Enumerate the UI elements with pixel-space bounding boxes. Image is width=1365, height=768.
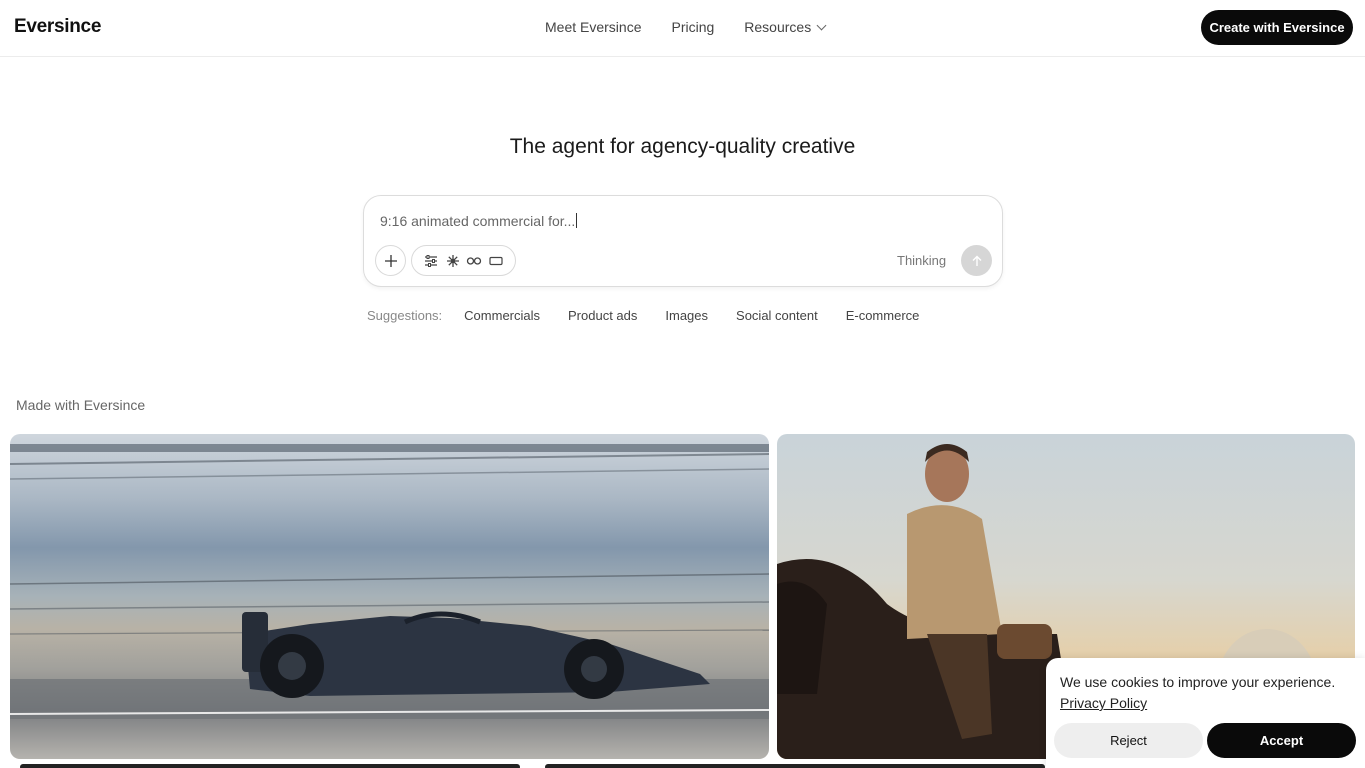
sliders-icon[interactable] <box>423 253 439 269</box>
gallery-heading: Made with Eversince <box>16 397 146 413</box>
nav-label: Resources <box>744 19 812 35</box>
privacy-policy-link[interactable]: Privacy Policy <box>1060 695 1147 711</box>
page: Eversince Meet Eversince Pricing Resourc… <box>0 0 1365 768</box>
suggestion-e-commerce[interactable]: E-commerce <box>846 308 920 323</box>
prompt-text: 9:16 animated commercial for... <box>380 213 576 229</box>
infinity-icon[interactable] <box>466 253 482 269</box>
cookie-message: We use cookies to improve your experienc… <box>1060 674 1336 690</box>
create-with-eversince-button[interactable]: Create with Eversince <box>1201 10 1353 45</box>
text-caret <box>576 213 578 228</box>
chevron-down-icon <box>816 20 827 31</box>
accept-cookies-button[interactable]: Accept <box>1207 723 1356 758</box>
page-title: The agent for agency-quality creative <box>509 135 856 158</box>
prompt-tools-group <box>411 245 516 276</box>
gallery-tile-next-row <box>20 764 520 768</box>
send-button[interactable] <box>961 245 992 276</box>
suggestions-row: Suggestions: Commercials Product ads Ima… <box>367 308 947 323</box>
plus-icon <box>384 254 397 267</box>
suggestion-social-content[interactable]: Social content <box>736 308 818 323</box>
add-attachment-button[interactable] <box>375 245 406 276</box>
nav-label: Meet Eversince <box>545 19 642 35</box>
logo[interactable]: Eversince <box>14 16 101 38</box>
reject-cookies-button[interactable]: Reject <box>1054 723 1203 758</box>
nav-meet-eversince[interactable]: Meet Eversince <box>545 19 641 35</box>
aspect-ratio-icon[interactable] <box>488 253 504 269</box>
main-nav: Meet Eversince Pricing Resources <box>545 19 827 35</box>
top-nav-bar: Eversince Meet Eversince Pricing Resourc… <box>0 0 1365 57</box>
prompt-input[interactable]: 9:16 animated commercial for... <box>380 213 578 229</box>
sparkle-icon[interactable] <box>445 253 461 269</box>
thinking-toggle[interactable]: Thinking <box>897 253 946 268</box>
suggestion-images[interactable]: Images <box>665 308 708 323</box>
suggestions-label: Suggestions: <box>367 308 443 323</box>
nav-label: Pricing <box>671 19 715 35</box>
gallery-tile-race-car[interactable] <box>10 434 769 759</box>
arrow-up-icon <box>972 255 981 266</box>
cookie-banner: We use cookies to improve your experienc… <box>1046 658 1365 768</box>
suggestion-commercials[interactable]: Commercials <box>464 308 540 323</box>
gallery-tile-next-row <box>545 764 1045 768</box>
race-car-image <box>10 444 769 719</box>
suggestion-product-ads[interactable]: Product ads <box>568 308 637 323</box>
prompt-composer: 9:16 animated commercial for... Thinking <box>363 195 1003 287</box>
nav-resources[interactable]: Resources <box>744 19 827 35</box>
nav-pricing[interactable]: Pricing <box>671 19 714 35</box>
